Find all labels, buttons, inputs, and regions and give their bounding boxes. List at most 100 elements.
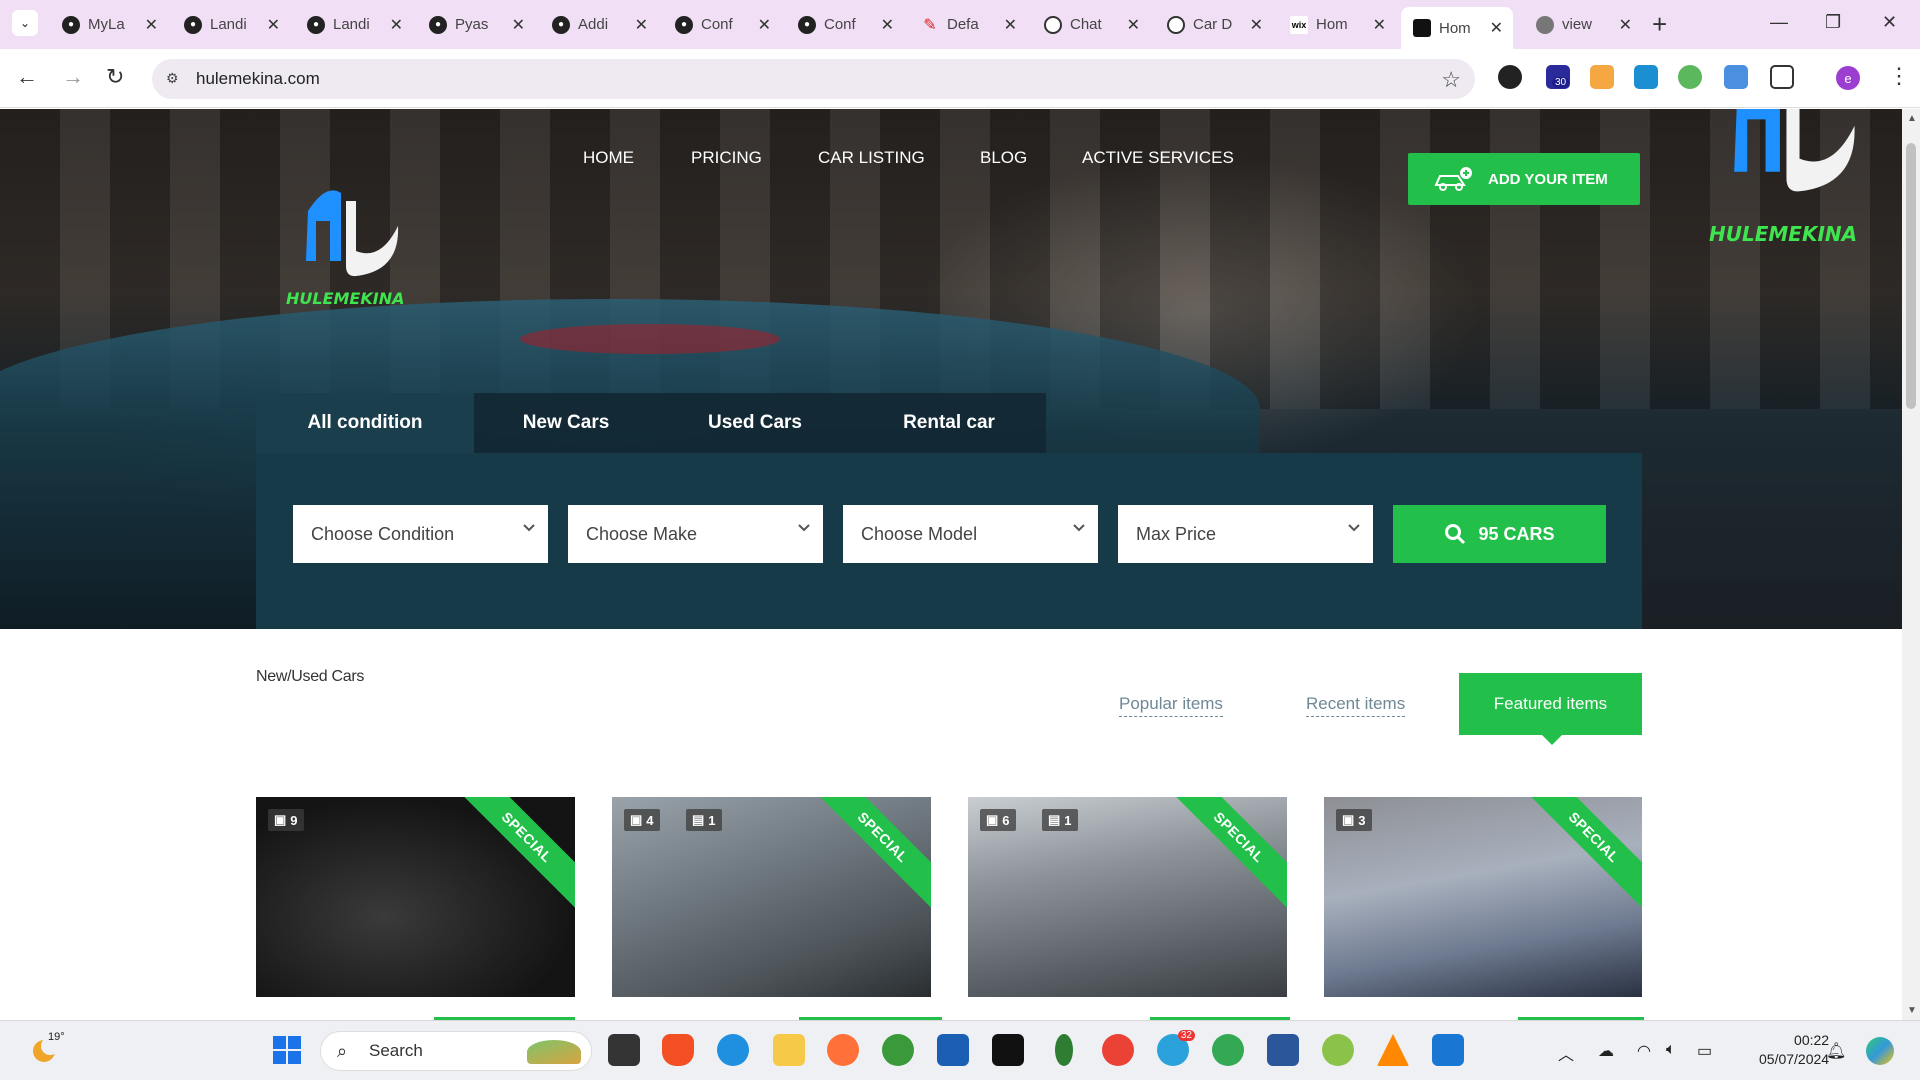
tab-used-cars[interactable]: Used Cars xyxy=(658,393,852,453)
close-icon[interactable]: ✕ xyxy=(881,15,894,35)
address-bar[interactable]: ⚙ hulemekina.com ☆ xyxy=(152,59,1475,99)
filter-recent-items[interactable]: Recent items xyxy=(1306,694,1406,717)
browser-menu-icon[interactable]: ⋮ xyxy=(1888,63,1910,89)
scroll-up-icon[interactable]: ▲ xyxy=(1907,113,1917,124)
make-select[interactable]: Choose Make xyxy=(568,505,823,563)
wifi-icon[interactable]: ◠ xyxy=(1637,1041,1651,1061)
browser-tab[interactable]: view ✕ xyxy=(1524,7,1642,42)
site-logo[interactable]: HULEMEKINA xyxy=(286,181,416,311)
back-icon[interactable]: ← xyxy=(16,65,38,89)
nav-link-active-services[interactable]: ACTIVE SERVICES xyxy=(1082,148,1234,168)
terminal-icon[interactable] xyxy=(992,1034,1024,1066)
close-icon[interactable]: ✕ xyxy=(390,15,403,35)
mongodb-icon[interactable] xyxy=(1055,1034,1073,1066)
taskbar-search[interactable]: ⌕ Search xyxy=(320,1031,592,1071)
tab-new-cars[interactable]: New Cars xyxy=(474,393,658,453)
condition-select[interactable]: Choose Condition xyxy=(293,505,548,563)
extension-shield-icon[interactable] xyxy=(1498,65,1522,89)
nav-link-car-listing[interactable]: CAR LISTING xyxy=(818,148,925,168)
max-price-select[interactable]: Max Price xyxy=(1118,505,1373,563)
extension-orange-icon[interactable] xyxy=(1590,65,1614,89)
close-window-icon[interactable]: ✕ xyxy=(1882,12,1897,33)
windows-start-icon[interactable] xyxy=(272,1035,302,1065)
brave-icon[interactable] xyxy=(662,1034,694,1066)
minimize-icon[interactable]: — xyxy=(1770,12,1788,33)
listing-card[interactable]: ▣ 6 ▤ 1 SPECIAL xyxy=(968,797,1287,997)
browser-tab[interactable]: ● Landi ✕ xyxy=(295,7,413,42)
extension-grad-cap-icon[interactable]: 30 xyxy=(1546,65,1570,89)
browser-tab[interactable]: ● Addi ✕ xyxy=(540,7,658,42)
file-explorer-icon[interactable] xyxy=(773,1034,805,1066)
extensions-puzzle-icon[interactable] xyxy=(1770,65,1794,89)
battery-icon[interactable]: ▭ xyxy=(1697,1041,1712,1061)
notepad-icon[interactable] xyxy=(1432,1034,1464,1066)
extension-screenshot-icon[interactable] xyxy=(1634,65,1658,89)
listing-card[interactable]: ▣ 9 SPECIAL xyxy=(256,797,575,997)
listing-card[interactable]: ▣ 3 SPECIAL xyxy=(1324,797,1642,997)
chrome-icon[interactable] xyxy=(1102,1034,1134,1066)
add-your-item-button[interactable]: ADD YOUR ITEM xyxy=(1408,153,1640,205)
close-icon[interactable]: ✕ xyxy=(1373,15,1386,35)
nav-link-home[interactable]: HOME xyxy=(583,148,634,168)
globe-app-icon[interactable] xyxy=(882,1034,914,1066)
telegram-icon[interactable]: 32 xyxy=(1157,1030,1195,1066)
extension-frog-icon[interactable] xyxy=(1678,65,1702,89)
browser-tab-active[interactable]: Hom ✕ xyxy=(1401,7,1513,49)
forward-icon[interactable]: → xyxy=(62,65,84,89)
browser-tab[interactable]: Car D ✕ xyxy=(1155,7,1273,42)
site-info-icon[interactable]: ⚙ xyxy=(166,70,184,88)
scroll-down-icon[interactable]: ▼ xyxy=(1907,1005,1917,1016)
close-icon[interactable]: ✕ xyxy=(145,15,158,35)
browser-tab[interactable]: wix Hom ✕ xyxy=(1278,7,1396,42)
profile-avatar[interactable]: e xyxy=(1836,66,1860,90)
system-clock[interactable]: 00:22 05/07/2024 xyxy=(1759,1031,1829,1069)
browser-tab[interactable]: Chat ✕ xyxy=(1032,7,1150,42)
close-icon[interactable]: ✕ xyxy=(512,15,525,35)
copilot-icon[interactable] xyxy=(1866,1037,1894,1065)
chrome-profile-icon[interactable] xyxy=(1212,1034,1244,1066)
scrollbar-thumb[interactable] xyxy=(1906,143,1916,409)
search-cars-button[interactable]: 95 CARS xyxy=(1393,505,1606,563)
notification-bell-icon[interactable]: 🔔︎ xyxy=(1826,1041,1846,1061)
close-icon[interactable]: ✕ xyxy=(1250,15,1263,35)
weather-widget[interactable]: 19° xyxy=(30,1031,65,1065)
nav-link-blog[interactable]: BLOG xyxy=(980,148,1027,168)
browser-tab[interactable]: ● Conf ✕ xyxy=(786,7,904,42)
browser-tab[interactable]: ● MyLa ✕ xyxy=(50,7,168,42)
restore-icon[interactable]: ❐ xyxy=(1825,12,1841,33)
firefox-icon[interactable] xyxy=(827,1034,859,1066)
browser-tab[interactable]: ● Pyas ✕ xyxy=(417,7,535,42)
close-icon[interactable]: ✕ xyxy=(1004,15,1017,35)
volume-icon[interactable]: 🔈︎ xyxy=(1666,1041,1676,1059)
browser-tab[interactable]: ✎ Defa ✕ xyxy=(909,7,1027,42)
bookmark-star-icon[interactable]: ☆ xyxy=(1441,67,1461,93)
edge-icon[interactable] xyxy=(717,1034,749,1066)
page-scrollbar[interactable]: ▲ ▼ xyxy=(1902,109,1920,1020)
close-icon[interactable]: ✕ xyxy=(1619,15,1632,35)
extension-blue-icon[interactable] xyxy=(1724,65,1748,89)
browser-tab[interactable]: ● Conf ✕ xyxy=(663,7,781,42)
word-icon[interactable] xyxy=(1267,1034,1299,1066)
tab-rental-car[interactable]: Rental car xyxy=(852,393,1046,453)
close-icon[interactable]: ✕ xyxy=(635,15,648,35)
nav-link-pricing[interactable]: PRICING xyxy=(691,148,762,168)
close-icon[interactable]: ✕ xyxy=(1127,15,1140,35)
close-icon[interactable]: ✕ xyxy=(267,15,280,35)
task-view-icon[interactable] xyxy=(608,1034,640,1066)
browser-tab[interactable]: ● Landi ✕ xyxy=(172,7,290,42)
download-app-icon[interactable] xyxy=(937,1034,969,1066)
tray-overflow-icon[interactable]: ︿ xyxy=(1558,1041,1574,1065)
tab-search-button[interactable]: ⌄ xyxy=(12,10,38,36)
vlc-icon[interactable] xyxy=(1377,1034,1409,1066)
filter-featured-items[interactable]: Featured items xyxy=(1459,673,1642,745)
filter-popular-items[interactable]: Popular items xyxy=(1119,694,1223,717)
green-app-icon[interactable] xyxy=(1322,1034,1354,1066)
network-cloud-icon[interactable]: ☁ xyxy=(1598,1041,1614,1061)
new-tab-button[interactable]: + xyxy=(1652,10,1667,38)
model-select[interactable]: Choose Model xyxy=(843,505,1098,563)
close-icon[interactable]: ✕ xyxy=(758,15,771,35)
reload-icon[interactable]: ↻ xyxy=(106,65,124,89)
listing-card[interactable]: ▣ 4 ▤ 1 SPECIAL xyxy=(612,797,931,997)
close-icon[interactable]: ✕ xyxy=(1490,18,1503,38)
tab-all-condition[interactable]: All condition xyxy=(256,393,474,453)
